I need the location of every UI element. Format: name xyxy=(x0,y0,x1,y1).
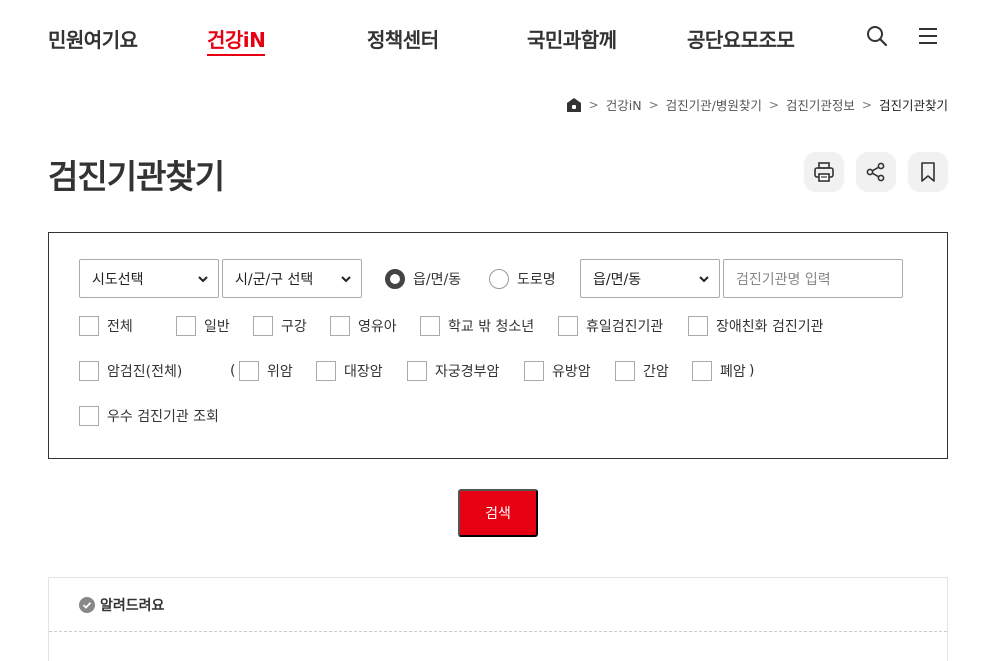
paren-close: ) xyxy=(749,363,755,379)
chevron-down-icon xyxy=(341,276,351,283)
checkbox-excellent-institution[interactable]: 우수 검진기관 조회 xyxy=(79,406,219,426)
menu-icon[interactable] xyxy=(916,24,940,48)
sido-select[interactable]: 시도선택 xyxy=(79,259,219,298)
checkbox-label: 대장암 xyxy=(344,364,383,380)
checkbox-colon[interactable]: 대장암 xyxy=(316,361,383,381)
checkbox-label: 간암 xyxy=(643,364,669,380)
checkbox-icon xyxy=(79,361,99,381)
gnb-item-with-citizens[interactable]: 국민과함께 xyxy=(527,24,617,53)
breadcrumb-item[interactable]: 건강iN xyxy=(606,95,642,114)
checkbox-cancer-all[interactable]: 암검진(전체) xyxy=(79,361,182,381)
sido-select-value: 시도선택 xyxy=(92,271,144,288)
checkbox-icon xyxy=(692,361,712,381)
checkbox-all[interactable]: 전체 xyxy=(79,316,133,336)
checkbox-icon xyxy=(558,316,578,336)
breadcrumb-current: 검진기관찾기 xyxy=(878,98,948,113)
checkbox-holiday[interactable]: 휴일검진기관 xyxy=(558,316,663,336)
search-form: 시도선택 시/군/구 선택 읍/면/동 도로명 읍/면/동 검진기관명 입력 전… xyxy=(48,232,948,459)
print-icon xyxy=(814,162,834,182)
checkbox-disability-friendly[interactable]: 장애친화 검진기관 xyxy=(688,316,824,336)
radio-unchecked-icon xyxy=(489,269,509,289)
check-circle-icon xyxy=(79,597,95,613)
notice-title: 알려드려요 xyxy=(100,598,165,614)
notice-panel: 알려드려요 xyxy=(48,577,948,661)
chevron-right-icon: > xyxy=(768,97,779,112)
checkbox-icon xyxy=(420,316,440,336)
bookmark-icon xyxy=(921,162,935,182)
checkbox-label: 전체 xyxy=(107,319,133,335)
checkbox-out-of-school-youth[interactable]: 학교 밖 청소년 xyxy=(420,316,534,336)
search-button[interactable]: 검색 xyxy=(458,489,538,537)
checkbox-liver[interactable]: 간암 xyxy=(615,361,669,381)
checkbox-icon xyxy=(615,361,635,381)
radio-checked-icon xyxy=(385,269,405,289)
checkbox-label: 우수 검진기관 조회 xyxy=(107,409,219,425)
checkbox-icon xyxy=(524,361,544,381)
checkbox-icon xyxy=(407,361,427,381)
share-button[interactable] xyxy=(856,152,896,192)
global-nav: 민원여기요 건강iN 정책센터 국민과함께 공단요모조모 xyxy=(0,0,995,70)
share-icon xyxy=(866,162,885,182)
gnb-item-policy-center[interactable]: 정책센터 xyxy=(367,24,439,53)
checkbox-icon xyxy=(688,316,708,336)
chevron-down-icon xyxy=(198,276,208,283)
checkbox-general[interactable]: 일반 xyxy=(176,316,230,336)
sigungu-select[interactable]: 시/군/구 선택 xyxy=(222,259,362,298)
checkbox-cervical[interactable]: 자궁경부암 xyxy=(407,361,499,381)
radio-eupmyeondong[interactable]: 읍/면/동 xyxy=(385,269,461,289)
breadcrumb-item[interactable]: 검진기관정보 xyxy=(786,95,855,114)
home-icon[interactable] xyxy=(566,97,582,113)
dong-select[interactable]: 읍/면/동 xyxy=(580,259,720,298)
checkbox-stomach[interactable]: 위암 xyxy=(239,361,293,381)
chevron-right-icon: > xyxy=(648,97,659,112)
paren-open: ( xyxy=(230,363,236,379)
breadcrumb: > 건강iN > 검진기관/병원찾기 > 검진기관정보 > 검진기관찾기 xyxy=(566,95,948,114)
divider xyxy=(49,631,947,632)
gnb-item-minwon[interactable]: 민원여기요 xyxy=(48,24,138,53)
checkbox-lung[interactable]: 폐암 xyxy=(692,361,746,381)
chevron-down-icon xyxy=(699,276,709,283)
breadcrumb-item[interactable]: 검진기관/병원찾기 xyxy=(666,95,762,114)
checkbox-label: 폐암 xyxy=(720,364,746,380)
input-placeholder: 검진기관명 입력 xyxy=(736,271,831,288)
gnb-item-health-in[interactable]: 건강iN xyxy=(207,24,266,56)
checkbox-icon xyxy=(239,361,259,381)
dong-select-value: 읍/면/동 xyxy=(593,271,642,288)
checkbox-label: 암검진(전체) xyxy=(107,364,183,380)
notice-header: 알려드려요 xyxy=(79,595,164,615)
bookmark-button[interactable] xyxy=(908,152,948,192)
radio-road-name[interactable]: 도로명 xyxy=(489,269,556,289)
checkbox-breast[interactable]: 유방암 xyxy=(524,361,591,381)
checkbox-label: 영유아 xyxy=(358,319,397,335)
checkbox-infant[interactable]: 영유아 xyxy=(330,316,397,336)
checkbox-label: 유방암 xyxy=(552,364,591,380)
checkbox-label: 학교 밖 청소년 xyxy=(448,319,535,335)
checkbox-icon xyxy=(79,316,99,336)
chevron-right-icon: > xyxy=(588,97,599,112)
search-icon[interactable] xyxy=(865,24,889,48)
checkbox-icon xyxy=(176,316,196,336)
chevron-right-icon: > xyxy=(861,97,872,112)
checkbox-label: 일반 xyxy=(204,319,230,335)
checkbox-oral[interactable]: 구강 xyxy=(253,316,307,336)
checkbox-label: 휴일검진기관 xyxy=(586,319,664,335)
checkbox-icon xyxy=(253,316,273,336)
radio-label: 도로명 xyxy=(517,272,556,288)
print-button[interactable] xyxy=(804,152,844,192)
sigungu-select-value: 시/군/구 선택 xyxy=(235,271,314,288)
gnb-item-about[interactable]: 공단요모조모 xyxy=(687,24,795,53)
checkbox-icon xyxy=(316,361,336,381)
page-title: 검진기관찾기 xyxy=(48,157,225,196)
institution-name-input[interactable]: 검진기관명 입력 xyxy=(723,259,903,298)
checkbox-label: 자궁경부암 xyxy=(435,364,500,380)
checkbox-label: 구강 xyxy=(281,319,307,335)
checkbox-icon xyxy=(79,406,99,426)
checkbox-label: 위암 xyxy=(267,364,293,380)
radio-label: 읍/면/동 xyxy=(413,272,462,288)
checkbox-label: 장애친화 검진기관 xyxy=(716,319,824,335)
checkbox-icon xyxy=(330,316,350,336)
